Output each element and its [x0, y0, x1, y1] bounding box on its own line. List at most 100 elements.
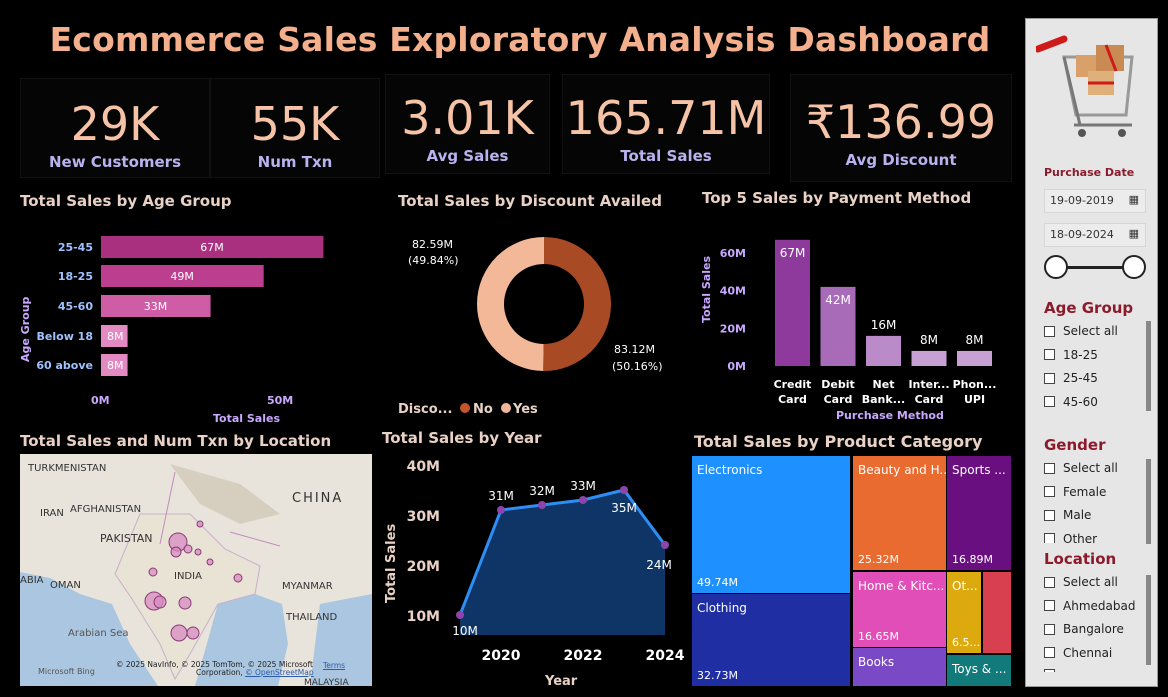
year-point[interactable]	[620, 486, 628, 494]
year-xtick: 2020	[482, 648, 521, 664]
treemap-tile[interactable]: Toys & ...	[947, 655, 1011, 686]
year-point[interactable]	[456, 611, 464, 619]
payment-bar[interactable]	[911, 350, 947, 366]
year-area-chart[interactable]: Total Sales Year 40M 30M 20M 10M 2020 2022 202…	[378, 448, 688, 693]
year-ytick: 10M	[407, 609, 440, 625]
tile-name: Electronics	[697, 463, 763, 477]
payment-bar[interactable]	[866, 335, 901, 366]
year-point-label: 32M	[529, 484, 555, 498]
pay-ytick: 0M	[727, 360, 746, 373]
treemap-title: Total Sales by Product Category	[694, 432, 983, 451]
age-category-label: 60 above	[36, 359, 93, 372]
donut-slice-yes[interactable]	[543, 237, 612, 372]
payment-bar-label: 16M	[871, 318, 897, 332]
age-xtick-1: 50M	[267, 394, 293, 407]
age-bar-label: 67M	[200, 241, 224, 254]
year-point[interactable]	[497, 506, 505, 514]
payment-bar-label: 42M	[825, 293, 851, 307]
payment-bar[interactable]	[957, 350, 992, 366]
payment-category-label: Phon...	[953, 378, 997, 391]
filter-option[interactable]: Select all	[1044, 575, 1118, 589]
donut-slice-no[interactable]	[477, 237, 544, 371]
map-bubbles	[144, 520, 243, 642]
treemap-tile[interactable]: Beauty and H... 25.32M	[853, 456, 946, 570]
age-group-bar-chart[interactable]: Age Group Total Sales 0M 50M 25-45 67M 18-…	[15, 212, 375, 432]
location-bubble[interactable]	[206, 558, 214, 566]
year-point[interactable]	[579, 496, 587, 504]
treemap-tile[interactable]: Home & Kitc... 16.65M	[853, 572, 946, 647]
tile-name: Beauty and H...	[858, 463, 946, 477]
age-bar-label: 8M	[107, 330, 124, 343]
product-treemap[interactable]: Electronics 49.74M Clothing 32.73M Beauty an…	[692, 456, 1012, 686]
pay-ytick: 40M	[720, 285, 746, 298]
age-bar-label: 8M	[107, 359, 124, 372]
age-axis-title: Age Group	[19, 296, 32, 362]
pay-ytick: 20M	[720, 322, 746, 335]
tile-value: 16.89M	[952, 553, 993, 566]
tile-name: Toys & ...	[952, 662, 1007, 676]
filter-option[interactable]	[1044, 669, 1063, 672]
year-point-label: 10M	[452, 624, 478, 638]
kpi-value: 165.71M	[565, 91, 767, 145]
location-filter-list: Select all Ahmedabad Bangalore Chennai	[1026, 19, 1159, 672]
location-bubble[interactable]	[194, 548, 202, 556]
treemap-tile[interactable]	[983, 572, 1011, 653]
filter-option[interactable]: Ahmedabad	[1044, 599, 1135, 613]
filter-option[interactable]: Chennai	[1044, 646, 1112, 660]
location-bubble[interactable]	[153, 595, 167, 609]
treemap-tile[interactable]: Clothing 32.73M	[692, 594, 850, 686]
bing-logo: Microsoft Bing	[38, 667, 95, 676]
location-bubble[interactable]	[233, 573, 243, 583]
location-scrollbar[interactable]	[1146, 575, 1151, 665]
location-bubble[interactable]	[178, 596, 192, 610]
payment-category-label: Card	[824, 393, 853, 406]
map-terms[interactable]: Terms	[323, 661, 345, 670]
map-corp: Corporation,	[196, 668, 243, 677]
tile-value: 16.65M	[858, 630, 899, 643]
treemap-tile[interactable]: Electronics 49.74M	[692, 456, 850, 593]
age-xaxis-title: Total Sales	[213, 412, 280, 425]
location-bubble[interactable]	[170, 546, 182, 558]
tile-value: 32.73M	[697, 669, 738, 682]
kpi-avg-sales: 3.01K Avg Sales	[385, 74, 550, 174]
year-xaxis-title: Year	[544, 674, 578, 689]
discount-legend-title: Disco...	[398, 402, 452, 417]
map-title: Total Sales and Num Txn by Location	[20, 432, 332, 450]
legend-yes-dot	[501, 403, 511, 413]
treemap-tile[interactable]: Ot... 6.5...	[947, 572, 981, 653]
year-point[interactable]	[661, 541, 669, 549]
checkbox[interactable]	[1044, 623, 1055, 635]
no-slice-label: 82.59M	[412, 238, 453, 251]
location-bubble[interactable]	[196, 520, 204, 528]
kpi-label: Avg Sales	[426, 147, 509, 165]
checkbox[interactable]	[1044, 669, 1055, 672]
payment-bar-chart[interactable]: Total Sales Purchase Method 60M 40M 20M 0M 6…	[698, 205, 1018, 430]
tile-value: 6.5...	[952, 636, 980, 649]
kpi-total-sales: 165.71M Total Sales	[562, 74, 770, 174]
yes-slice-label: 83.12M	[614, 343, 655, 356]
age-bar-label: 49M	[170, 270, 194, 283]
year-xtick: 2022	[564, 648, 603, 664]
year-point-label: 33M	[570, 479, 596, 493]
treemap-tile[interactable]: Books	[853, 648, 946, 686]
location-bubble[interactable]	[183, 544, 193, 554]
filter-option[interactable]: Bangalore	[1044, 622, 1124, 636]
pay-xaxis-title: Purchase Method	[836, 409, 944, 422]
location-bubble[interactable]	[186, 626, 200, 640]
location-bubble[interactable]	[148, 567, 158, 577]
kpi-num-txn: 55K Num Txn	[210, 78, 380, 178]
location-bubble[interactable]	[170, 624, 188, 642]
checkbox[interactable]	[1044, 576, 1055, 588]
kpi-label: Num Txn	[257, 153, 333, 171]
option-label: Select all	[1063, 575, 1118, 589]
location-map[interactable]: TURKMENISTAN CHINA IRAN AFGHANISTAN PAKI…	[20, 454, 372, 686]
checkbox[interactable]	[1044, 647, 1055, 658]
year-point[interactable]	[538, 501, 546, 509]
discount-donut-chart[interactable]: 82.59M (49.84%) 83.12M (50.16%) Disco...…	[392, 205, 692, 435]
year-ytick: 40M	[407, 459, 440, 475]
map-osm-link[interactable]: © OpenStreetMap	[245, 668, 314, 677]
treemap-tile[interactable]: Sports ... 16.89M	[947, 456, 1011, 570]
year-ytick: 20M	[407, 559, 440, 575]
checkbox[interactable]	[1044, 600, 1055, 611]
dashboard: Ecommerce Sales Exploratory Analysis Das…	[0, 0, 1168, 697]
